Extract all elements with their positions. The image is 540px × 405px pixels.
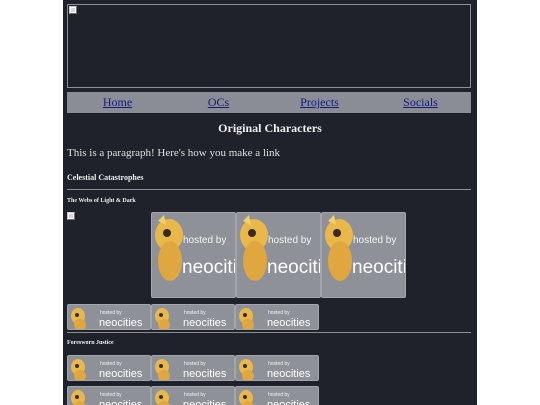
svg-text:hosted by: hosted by (353, 235, 396, 246)
svg-text:neocities: neocities (99, 399, 143, 405)
neocities-badge[interactable]: hosted by neocities (151, 386, 235, 405)
svg-text:neocities: neocities (267, 257, 321, 278)
neocities-badge[interactable]: hosted by neocities (151, 304, 235, 330)
svg-text:neocities: neocities (183, 368, 227, 380)
svg-text:neocities: neocities (99, 368, 143, 380)
nav-link-ocs[interactable]: OCs (168, 95, 269, 110)
broken-image-icon (69, 6, 77, 14)
divider (67, 189, 471, 190)
nav-link-socials[interactable]: Socials (370, 95, 471, 110)
heading-celestial-catastrophes: Celestial Catastrophes (67, 173, 144, 182)
header-banner-image (67, 4, 471, 88)
page-content: Home OCs Projects Socials Original Chara… (63, 0, 477, 405)
svg-text:hosted by: hosted by (183, 235, 226, 246)
svg-text:neocities: neocities (99, 317, 143, 329)
svg-text:neocities: neocities (352, 257, 406, 278)
neocities-badge[interactable]: hosted by neocities (235, 386, 319, 405)
svg-text:hosted by: hosted by (100, 361, 122, 367)
svg-text:neocities: neocities (183, 399, 227, 405)
neocities-badge[interactable]: hosted by neocities (67, 386, 151, 405)
svg-text:neocities: neocities (183, 317, 227, 329)
navbar: Home OCs Projects Socials (67, 92, 471, 113)
svg-text:neocities: neocities (267, 399, 311, 405)
svg-text:neocities: neocities (267, 317, 311, 329)
svg-text:hosted by: hosted by (184, 310, 206, 316)
heading-foresworn-justice: Foresworn Justice (67, 340, 114, 346)
nav-link-home[interactable]: Home (67, 95, 168, 110)
svg-text:hosted by: hosted by (268, 235, 311, 246)
neocities-badge[interactable]: hosted by neocities (235, 304, 319, 330)
broken-image-icon (67, 212, 75, 220)
nav-link-projects[interactable]: Projects (269, 95, 370, 110)
intro-paragraph: This is a paragraph! Here's how you make… (67, 147, 281, 159)
neocities-badge[interactable]: hosted by neocities (67, 355, 151, 381)
neocities-badge[interactable]: hosted by neocities (151, 212, 236, 298)
page-title: Original Characters (218, 121, 322, 135)
svg-text:hosted by: hosted by (268, 392, 290, 398)
neocities-badge[interactable]: hosted by neocities (235, 355, 319, 381)
svg-text:hosted by: hosted by (268, 310, 290, 316)
neocities-badge[interactable]: hosted by neocities (321, 212, 406, 298)
svg-text:hosted by: hosted by (184, 361, 206, 367)
neocities-badge[interactable]: hosted by neocities (67, 304, 151, 330)
heading-webs-of-light-and-dark: The Webs of Light & Dark (67, 198, 136, 204)
svg-text:hosted by: hosted by (100, 310, 122, 316)
svg-text:hosted by: hosted by (184, 392, 206, 398)
svg-text:neocities: neocities (267, 368, 311, 380)
svg-text:neocities: neocities (182, 257, 236, 278)
svg-text:hosted by: hosted by (100, 392, 122, 398)
divider (67, 332, 471, 333)
svg-text:hosted by: hosted by (268, 361, 290, 367)
neocities-badge[interactable]: hosted by neocities (236, 212, 321, 298)
neocities-badge[interactable]: hosted by neocities (151, 355, 235, 381)
